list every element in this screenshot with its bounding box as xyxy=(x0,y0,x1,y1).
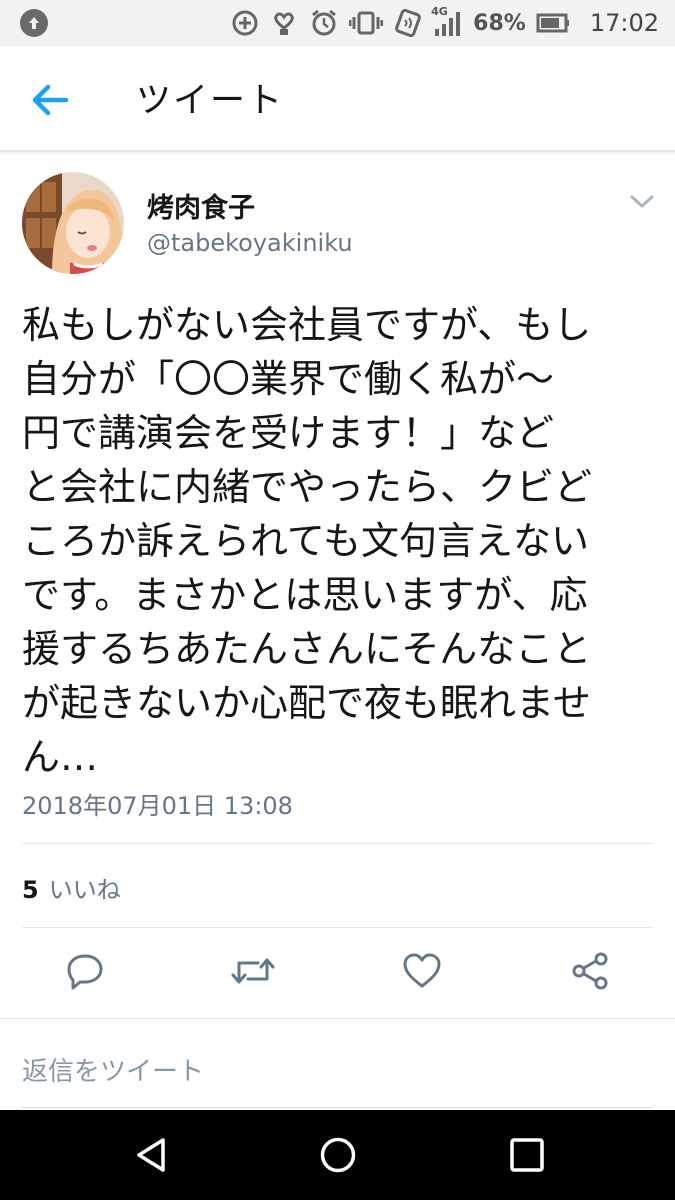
heart-hand-icon xyxy=(269,8,299,38)
author-name[interactable]: 烤肉食子 xyxy=(147,186,255,225)
navigation-bar xyxy=(0,1110,675,1200)
share-button[interactable] xyxy=(570,951,610,995)
nav-recents-button[interactable] xyxy=(507,1135,547,1179)
back-arrow-icon xyxy=(32,84,69,116)
reply-button[interactable] xyxy=(66,951,104,995)
home-circle-icon xyxy=(320,1137,356,1173)
likes-summary[interactable]: 5 いいね xyxy=(22,870,121,905)
share-icon xyxy=(572,952,608,990)
retweet-icon xyxy=(231,958,275,984)
status-bar: 4G 68% 17:02 xyxy=(0,0,675,46)
battery-percent: 68% xyxy=(473,10,526,36)
alarm-icon xyxy=(309,8,339,38)
tweet-text: 私もしがない会社員ですが、もし 自分が「〇〇業界で働く私が〜 円で講演会を受けま… xyxy=(22,303,593,779)
tweet-menu-button[interactable] xyxy=(628,190,656,212)
vibrate-icon xyxy=(349,8,384,38)
nav-back-button[interactable] xyxy=(133,1135,169,1179)
network-type-label: 4G xyxy=(431,5,448,18)
data-saver-icon xyxy=(231,9,259,37)
chevron-down-icon xyxy=(630,195,654,208)
reply-input[interactable]: 返信をツイート xyxy=(22,1051,204,1088)
back-button[interactable] xyxy=(30,80,80,120)
nav-home-button[interactable] xyxy=(318,1135,358,1179)
action-bar xyxy=(0,945,675,1005)
recents-square-icon xyxy=(510,1138,544,1172)
like-button[interactable] xyxy=(402,951,442,995)
tweet-timestamp[interactable]: 2018年07月01日 13:08 xyxy=(22,786,293,821)
upload-icon xyxy=(20,9,48,37)
divider xyxy=(22,843,652,844)
reply-box[interactable]: 返信をツイート xyxy=(0,1018,675,1110)
signal-icon: 4G xyxy=(431,5,463,37)
like-icon xyxy=(403,953,441,988)
nfc-icon xyxy=(393,8,423,38)
reply-underline xyxy=(22,1107,652,1108)
divider xyxy=(22,927,652,928)
app-header: ツイート xyxy=(0,46,675,152)
author-handle[interactable]: @tabekoyakiniku xyxy=(147,229,353,257)
reply-icon xyxy=(67,954,103,990)
likes-count: 5 xyxy=(22,876,39,904)
likes-label: いいね xyxy=(48,876,121,904)
page-title: ツイート xyxy=(136,81,285,121)
back-triangle-icon xyxy=(137,1138,165,1172)
avatar[interactable] xyxy=(22,172,124,274)
battery-icon xyxy=(536,13,570,33)
clock: 17:02 xyxy=(589,9,659,37)
retweet-button[interactable] xyxy=(230,951,276,995)
